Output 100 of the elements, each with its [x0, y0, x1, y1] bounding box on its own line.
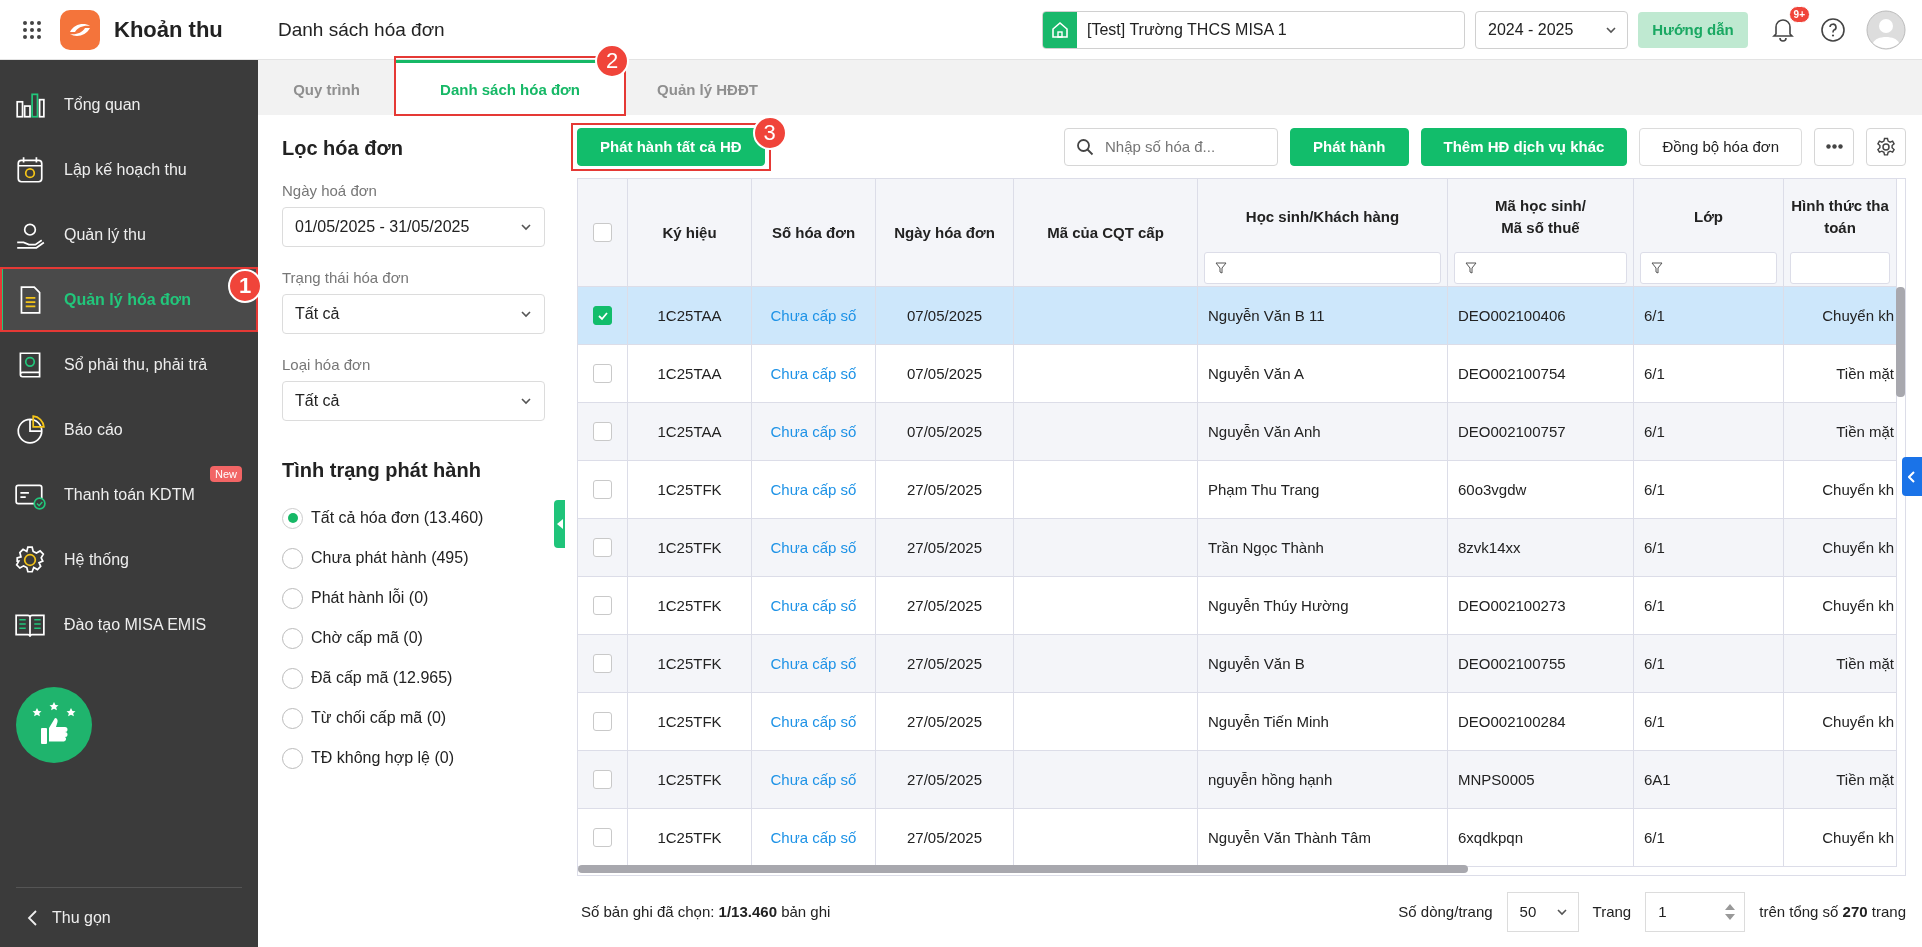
- column-filter-field[interactable]: [1204, 251, 1441, 284]
- page-size-label: Số dòng/trang: [1398, 903, 1493, 920]
- table-row[interactable]: 1C25TFK Chưa cấp số 27/05/2025 Trần Ngọc Thành 8zvk14xx 6/1 Chuyển kh: [578, 519, 1897, 577]
- table-cell: 6xqdkpqn: [1458, 829, 1524, 846]
- table-row[interactable]: 1C25TAA Chưa cấp số 07/05/2025 Nguyễn Văn A DEO002100754 6/1 Tiền mặt: [578, 345, 1897, 403]
- nav-item[interactable]: Hệ thống: [0, 527, 258, 592]
- field-label: Trạng thái hóa đơn: [282, 269, 410, 286]
- page-total: trên tổng số 270 trang: [1759, 903, 1906, 920]
- row-checkbox[interactable]: [593, 596, 612, 615]
- table-cell: 6/1: [1644, 539, 1665, 556]
- chevron-down-icon: [520, 221, 532, 233]
- table-cell: 1C25TFK: [657, 597, 722, 614]
- table-row[interactable]: 1C25TFK Chưa cấp số 27/05/2025 Nguyễn Văn B DEO002100755 6/1 Tiền mặt: [578, 635, 1897, 693]
- table-cell: Nguyễn Thúy Hường: [1208, 597, 1349, 614]
- nav-item[interactable]: Báo cáo: [0, 397, 258, 462]
- table-row[interactable]: 1C25TFK Chưa cấp số 27/05/2025 Phạm Thu Trang 60o3vgdw 6/1 Chuyển kh: [578, 461, 1897, 519]
- row-checkbox[interactable]: [593, 770, 612, 789]
- table-cell: 27/05/2025: [906, 597, 983, 614]
- more-icon: [1825, 144, 1843, 149]
- year-select[interactable]: 2024 - 2025: [1475, 10, 1628, 49]
- nav-item[interactable]: Tổng quan: [0, 72, 258, 137]
- table-cell: DEO002100754: [1458, 365, 1566, 382]
- table-cell: 1C25TFK: [657, 829, 722, 846]
- row-checkbox[interactable]: [593, 480, 612, 499]
- row-checkbox[interactable]: [593, 538, 612, 557]
- radio-label: Đã cấp mã (12.965): [311, 669, 453, 687]
- apps-icon: [22, 19, 42, 40]
- select-field[interactable]: 01/05/2025 - 31/05/2025: [282, 207, 545, 247]
- settings-button[interactable]: [1866, 127, 1906, 166]
- column-header: Mã học sinh/ Mã số thuế: [1495, 195, 1586, 238]
- table-cell: MNPS0005: [1458, 771, 1535, 788]
- column-header: Lớp: [1694, 206, 1723, 227]
- field-label: Loại hóa đơn: [282, 356, 372, 373]
- table-cell: 1C25TAA: [657, 423, 722, 440]
- chevron-left-icon: [26, 908, 38, 927]
- scrollbar[interactable]: [1896, 287, 1905, 397]
- table-cell: Phạm Thu Trang: [1208, 481, 1320, 498]
- page-number-field[interactable]: 1: [1645, 891, 1746, 932]
- table-cell: 27/05/2025: [906, 713, 983, 730]
- row-checkbox[interactable]: [593, 422, 612, 441]
- table-cell: 27/05/2025: [906, 481, 983, 498]
- table-cell: 07/05/2025: [906, 365, 983, 382]
- search-field[interactable]: Nhập số hóa đ...: [1064, 127, 1278, 166]
- nav-item[interactable]: Thanh toán KDTM New: [0, 462, 258, 527]
- row-checkbox[interactable]: [593, 712, 612, 731]
- new-badge: New: [210, 466, 242, 482]
- select-field[interactable]: Tất cả: [282, 294, 545, 334]
- table-row[interactable]: 1C25TFK Chưa cấp số 27/05/2025 Nguyễn Tiến Minh DEO002100284 6/1 Chuyển kh: [578, 693, 1897, 751]
- table-cell: Tiền mặt: [1836, 655, 1894, 672]
- table-row[interactable]: 1C25TFK Chưa cấp số 27/05/2025 nguyễn hồng hạnh MNPS0005 6A1 Tiền mặt: [578, 751, 1897, 809]
- nav-item[interactable]: Đào tạo MISA EMIS: [0, 592, 258, 657]
- table-cell: DEO002100273: [1458, 597, 1566, 614]
- table-cell: 8zvk14xx: [1458, 539, 1521, 556]
- page-size-value: 50: [1519, 903, 1537, 920]
- table-cell: DEO002100284: [1458, 713, 1566, 730]
- home-button[interactable]: [1043, 11, 1077, 48]
- table-cell: 07/05/2025: [906, 307, 983, 324]
- nav-item[interactable]: Lập kế hoạch thu: [0, 137, 258, 202]
- avatar-icon: [1866, 9, 1906, 50]
- table-row[interactable]: 1C25TAA Chưa cấp số 07/05/2025 Nguyễn Văn Anh DEO002100757 6/1 Tiền mặt: [578, 403, 1897, 461]
- table-row[interactable]: 1C25TFK Chưa cấp số 27/05/2025 Nguyễn Thúy Hường DEO002100273 6/1 Chuyển kh: [578, 577, 1897, 635]
- table-cell: Chuyển kh: [1822, 597, 1894, 614]
- nav-item[interactable]: Sổ phải thu, phải trả: [0, 332, 258, 397]
- table-cell: Chuyển kh: [1822, 539, 1894, 556]
- table-cell: 1C25TAA: [657, 365, 722, 382]
- table-cell: 27/05/2025: [906, 539, 983, 556]
- table-cell: DEO002100406: [1458, 307, 1566, 324]
- table-cell: Chuyển kh: [1822, 829, 1894, 846]
- nav-item[interactable]: Quản lý thu: [0, 202, 258, 267]
- toolbar-button[interactable]: Đồng bộ hóa đơn: [1639, 127, 1802, 166]
- row-checkbox[interactable]: [593, 364, 612, 383]
- column-filter-field[interactable]: [1454, 251, 1627, 284]
- column-filter-field[interactable]: [1640, 251, 1777, 284]
- table-cell: 07/05/2025: [906, 423, 983, 440]
- more-button[interactable]: [1814, 127, 1854, 166]
- selected-count: Số bản ghi đã chọn: 1/13.460 bản ghi: [581, 903, 831, 920]
- select-field[interactable]: Tất cả: [282, 381, 545, 421]
- scrollbar[interactable]: [578, 865, 1468, 873]
- collapse-handle[interactable]: [554, 500, 565, 548]
- column-filter-field[interactable]: [1790, 251, 1890, 284]
- page-size-select[interactable]: 50: [1506, 891, 1579, 932]
- table-cell: 1C25TFK: [657, 539, 722, 556]
- chevron-down-icon: [520, 395, 532, 407]
- table-cell: Chuyển kh: [1822, 713, 1894, 730]
- row-checkbox[interactable]: [593, 828, 612, 847]
- select-all-checkbox[interactable]: [593, 223, 612, 242]
- pie-chart-icon: [14, 413, 46, 446]
- collapse-button[interactable]: Thu gọn: [16, 907, 117, 928]
- table-row[interactable]: 1C25TAA Chưa cấp số 07/05/2025 Nguyễn Văn B 11 DEO002100406 6/1 Chuyển kh: [578, 287, 1897, 345]
- table-cell: Nguyễn Tiến Minh: [1208, 713, 1329, 730]
- nav-item[interactable]: Quản lý hóa đơn 1: [0, 267, 258, 332]
- table-cell: 6/1: [1644, 655, 1665, 672]
- school-select[interactable]: [Test] Trường THCS MISA 1: [1042, 10, 1465, 49]
- logo-icon: [60, 9, 100, 50]
- field-label: Ngày hoá đơn: [282, 182, 378, 199]
- side-panel-handle[interactable]: [1902, 457, 1922, 496]
- row-checkbox[interactable]: [593, 306, 612, 325]
- table-cell: 6/1: [1644, 481, 1665, 498]
- row-checkbox[interactable]: [593, 654, 612, 673]
- table-row[interactable]: 1C25TFK Chưa cấp số 27/05/2025 Nguyễn Văn Thành Tâm 6xqdkpqn 6/1 Chuyển kh: [578, 809, 1897, 867]
